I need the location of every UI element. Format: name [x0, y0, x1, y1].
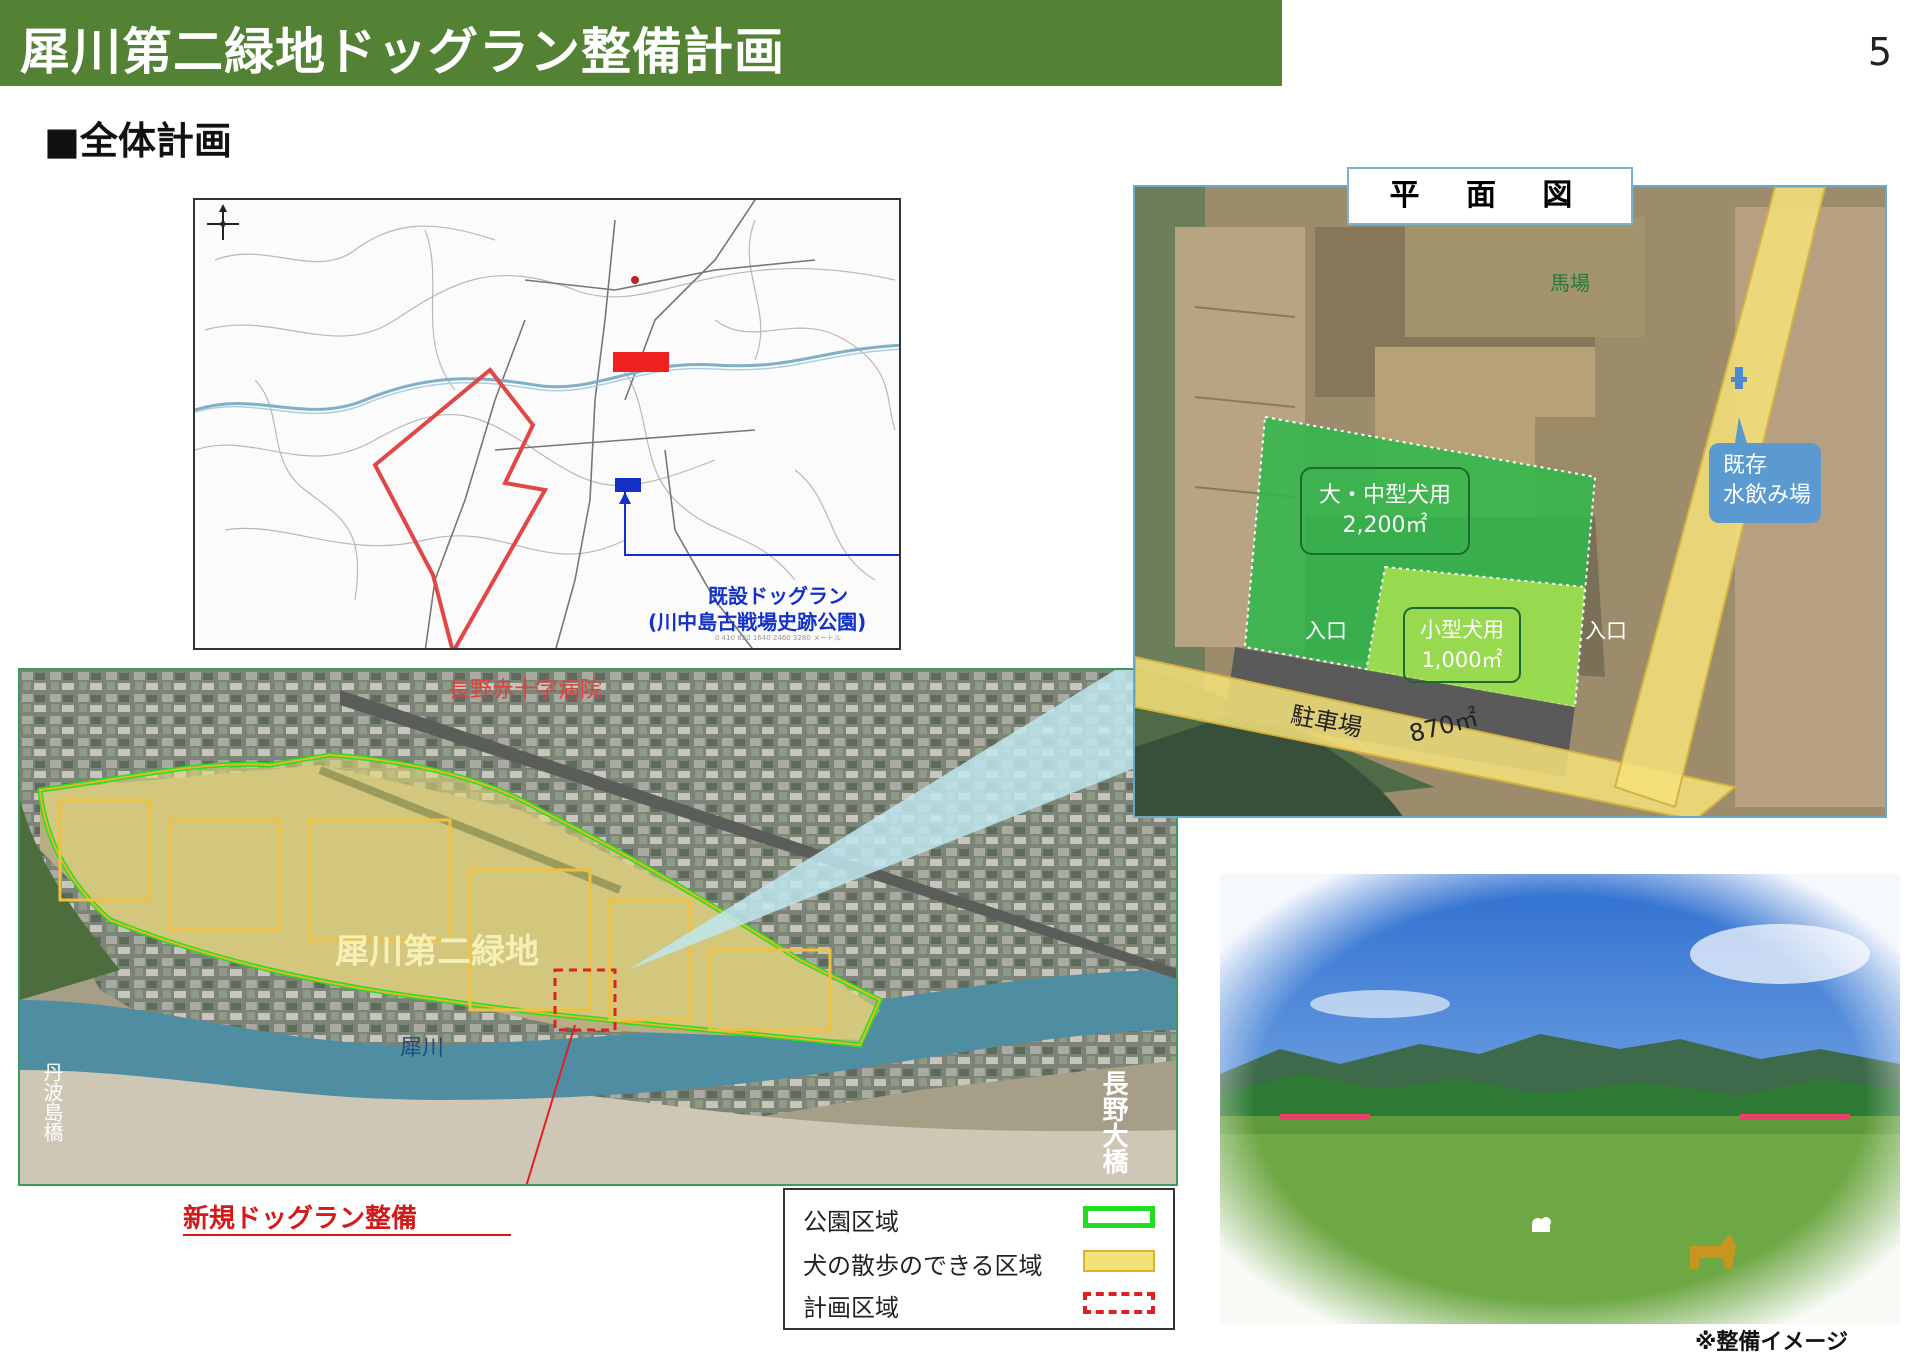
entrance-right-label: 入口: [1585, 619, 1627, 643]
image-photo: [1220, 874, 1900, 1324]
large-dog-label: 大・中型犬用: [1318, 483, 1451, 508]
page-number: 5: [1867, 30, 1892, 74]
small-dog-area: 1,000㎡: [1421, 648, 1503, 672]
aerial-map-graphic: [20, 670, 1176, 1184]
legend-walk-area-swatch: [1083, 1250, 1155, 1272]
plan-view: 馬場 大・中型犬用 2,200㎡ 小型犬用 1,000㎡ 入口 入口 駐車場 8…: [1133, 185, 1887, 818]
large-dog-area: 2,200㎡: [1342, 513, 1428, 538]
park-photo-graphic: [1220, 874, 1900, 1324]
existing-dogrun-label: 既設ドッグラン: [708, 584, 848, 608]
park-label: 犀川第二緑地: [335, 932, 539, 972]
small-dog-area-box: 小型犬用 1,000㎡: [1403, 607, 1521, 683]
water-label-line2: 水飲み場: [1723, 483, 1812, 508]
legend-walk-area-label: 犬の散歩のできる区域: [803, 1252, 1043, 1280]
section-heading: ■全体計画: [44, 119, 232, 163]
hospital-label: 長野赤十字病院: [448, 678, 603, 703]
photo-caption: ※整備イメージ: [1695, 1330, 1848, 1355]
horse-field-label: 馬場: [1550, 271, 1590, 295]
existing-dogrun-sublabel: (川中島古戦場史跡公園): [648, 610, 867, 634]
svg-text:0 410 820 1640 2460 3280 メートル: 0 410 820 1640 2460 3280 メートル: [715, 634, 841, 642]
water-label-line1: 既存: [1723, 453, 1768, 478]
legend-park-area-swatch: [1083, 1206, 1155, 1228]
large-dog-area-box: 大・中型犬用 2,200㎡: [1300, 467, 1470, 555]
bridge-right-label: 長野大橋: [1098, 1070, 1128, 1174]
plan-title: 平 面 図: [1347, 167, 1633, 225]
bridge-left-label: 丹波島橋: [40, 1062, 64, 1142]
new-dogrun-label: 新規ドッグラン整備: [183, 1204, 418, 1234]
legend-plan-area-label: 計画区域: [803, 1294, 899, 1322]
small-dog-label: 小型犬用: [1420, 618, 1504, 642]
new-dogrun-underline: [183, 1234, 511, 1236]
legend: 公園区域 犬の散歩のできる区域 計画区域: [783, 1188, 1175, 1330]
aerial-map: 長野赤十字病院 犀川第二緑地 犀川 丹波島橋 長野大橋: [18, 668, 1178, 1186]
legend-plan-area-swatch: [1083, 1292, 1155, 1314]
entrance-left-label: 入口: [1305, 619, 1347, 643]
river-label: 犀川: [400, 1036, 445, 1061]
legend-park-area-label: 公園区域: [803, 1208, 899, 1236]
page-title: 犀川第二緑地ドッグラン整備計画: [20, 23, 785, 81]
water-label: 既存 水飲み場: [1723, 451, 1811, 511]
